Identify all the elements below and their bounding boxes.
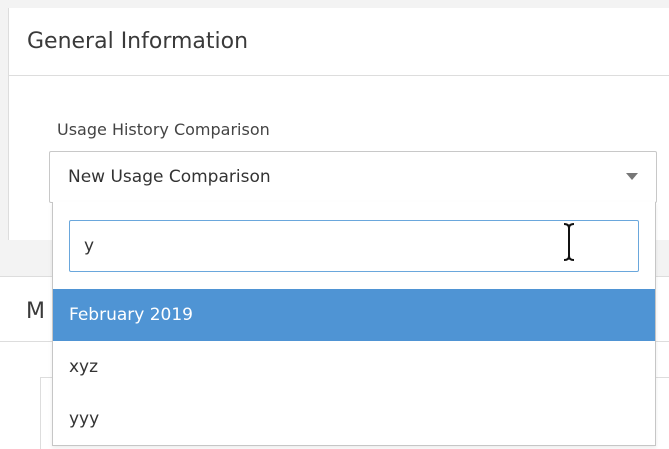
option-yyy[interactable]: yyy bbox=[53, 393, 655, 445]
card-title: General Information bbox=[27, 29, 249, 54]
second-card-title: M bbox=[26, 299, 45, 324]
usage-history-comparison-label: Usage History Comparison bbox=[57, 120, 270, 139]
dropdown-search-input[interactable] bbox=[69, 220, 639, 272]
option-xyz[interactable]: xyz bbox=[53, 341, 655, 393]
page: General Information Usage History Compar… bbox=[0, 0, 669, 449]
text-cursor-icon bbox=[563, 223, 575, 261]
card-header: General Information bbox=[9, 8, 669, 76]
usage-history-comparison-select[interactable]: New Usage Comparison bbox=[49, 151, 657, 203]
caret-down-icon[interactable] bbox=[626, 173, 638, 180]
dropdown-panel: February 2019 xyz yyy bbox=[52, 202, 656, 446]
select-value: New Usage Comparison bbox=[68, 167, 271, 187]
option-february-2019[interactable]: February 2019 bbox=[53, 289, 655, 341]
dropdown-options: February 2019 xyz yyy bbox=[53, 289, 655, 445]
